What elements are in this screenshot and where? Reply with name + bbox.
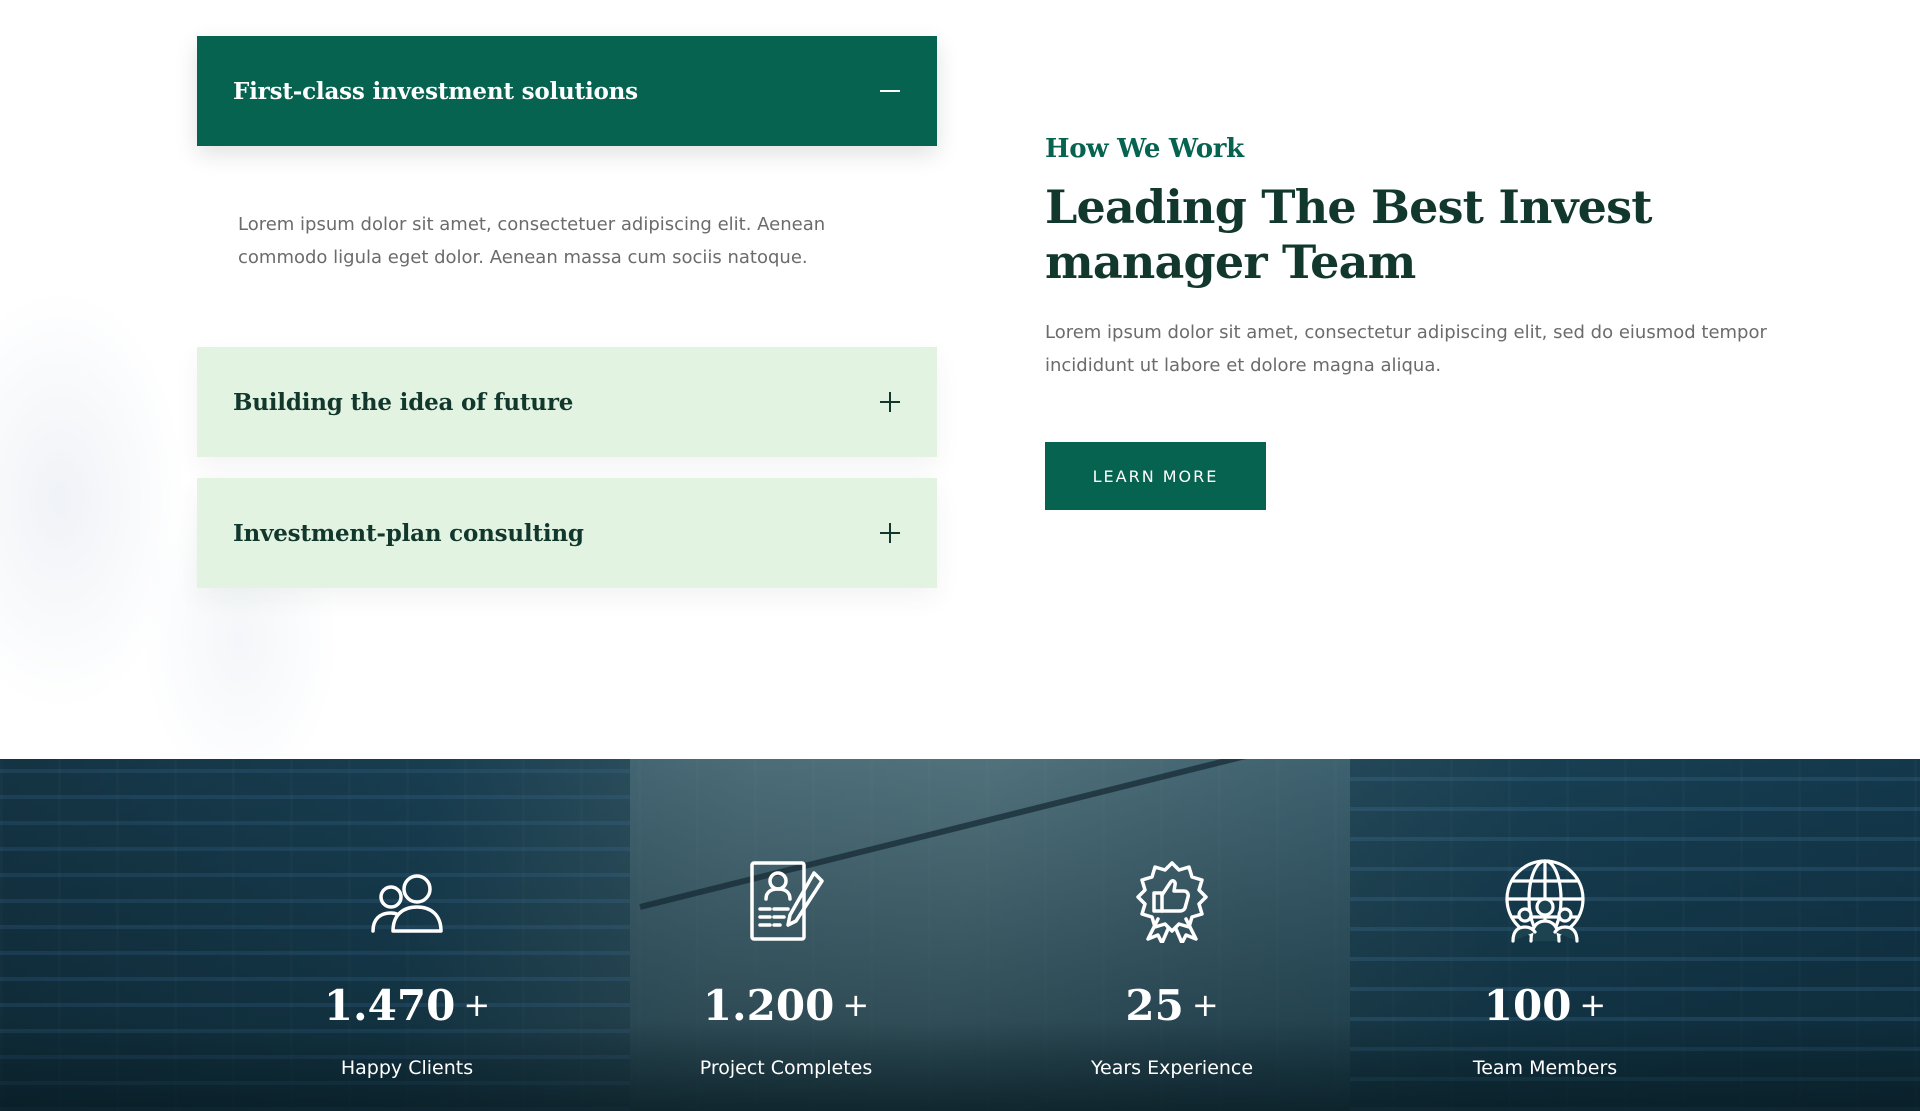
plus-sign: + (842, 986, 870, 1024)
accordion-header-plan-consulting[interactable]: Investment-plan consulting (197, 478, 937, 588)
thumbs-up-badge-icon (1136, 861, 1208, 943)
minus-icon[interactable] (879, 80, 901, 102)
headline-line-2: manager Team (1045, 235, 1416, 289)
stat-happy-clients: 1.470 + Happy Clients (257, 759, 557, 1111)
stat-years-experience: 25 + Years Experience (1022, 759, 1322, 1111)
headline-line-1: Leading The Best Invest (1045, 180, 1652, 234)
document-pen-icon (750, 861, 824, 941)
stat-team-members: 100 + Team Members (1395, 759, 1695, 1111)
stat-value: 1.200 + (702, 981, 870, 1030)
accordion-title: First-class investment solutions (233, 77, 638, 105)
plus-sign: + (463, 986, 491, 1024)
stat-project-completes: 1.200 + Project Completes (636, 759, 936, 1111)
stat-value: 25 + (1125, 981, 1219, 1030)
section-headline: Leading The Best Invest manager Team (1045, 180, 1765, 290)
accordion-title: Building the idea of future (233, 388, 574, 416)
accordion-header-idea-of-future[interactable]: Building the idea of future (197, 347, 937, 457)
accordion-header-investment-solutions[interactable]: First-class investment solutions (197, 36, 937, 146)
stat-label: Happy Clients (340, 1057, 474, 1079)
plus-sign: + (1579, 986, 1607, 1024)
stat-label: Team Members (1472, 1057, 1618, 1079)
plus-icon[interactable] (879, 522, 901, 544)
accordion-title: Investment-plan consulting (233, 519, 584, 547)
stat-value: 100 + (1483, 981, 1607, 1030)
stat-value: 1.470 + (323, 981, 491, 1030)
accordion-body-text: Lorem ipsum dolor sit amet, consectetuer… (238, 214, 826, 268)
section-lead-text: Lorem ipsum dolor sit amet, consectetur … (1045, 322, 1767, 376)
stats-band: 1.470 + Happy Clients 1.200 + Project Comp… (0, 759, 1920, 1111)
users-icon (371, 874, 443, 933)
section-eyebrow: How We Work (1045, 134, 1244, 164)
stat-label: Project Completes (699, 1057, 873, 1079)
learn-more-button[interactable]: LEARN MORE (1045, 442, 1266, 510)
stat-label: Years Experience (1090, 1057, 1254, 1079)
globe-team-icon (1505, 859, 1585, 943)
plus-sign: + (1191, 986, 1219, 1024)
plus-icon[interactable] (879, 391, 901, 413)
